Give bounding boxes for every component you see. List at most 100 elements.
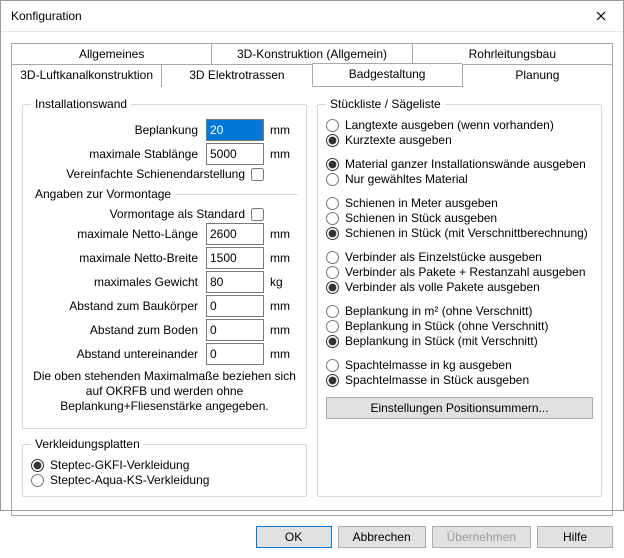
radio-g6-1[interactable]: Spachtelmasse in Stück ausgeben: [326, 373, 593, 387]
dialog-body: Allgemeines 3D-Konstruktion (Allgemein) …: [1, 32, 623, 516]
abst-boden-label: Abstand zum Boden: [31, 323, 206, 337]
radio-verk-2[interactable]: Steptec-Aqua-KS-Verkleidung: [31, 473, 298, 487]
tab-badgestaltung[interactable]: Badgestaltung: [312, 63, 462, 86]
unit-mm: mm: [264, 123, 298, 137]
group-stueckliste-title: Stückliste / Sägeliste: [326, 97, 445, 111]
radio-g6-1-input[interactable]: [326, 374, 339, 387]
radio-g4-1-label: Verbinder als Pakete + Restanzahl ausgeb…: [345, 265, 586, 279]
radio-g2-0-input[interactable]: [326, 158, 339, 171]
radio-g4-2-label: Verbinder als volle Pakete ausgeben: [345, 280, 540, 294]
field-netto-breite: maximale Netto-Breite mm: [31, 247, 298, 269]
radio-g5-2[interactable]: Beplankung in Stück (mit Verschnitt): [326, 334, 593, 348]
radio-verk-1[interactable]: Steptec-GKFI-Verkleidung: [31, 458, 298, 472]
close-button[interactable]: [579, 1, 623, 31]
radio-g6-0-label: Spachtelmasse in kg ausgeben: [345, 358, 512, 372]
unit-mm: mm: [264, 251, 298, 265]
ok-button[interactable]: OK: [256, 526, 332, 548]
radio-g3-2-label: Schienen in Stück (mit Verschnittberechn…: [345, 226, 588, 240]
radio-group-g6: Spachtelmasse in kg ausgebenSpachtelmass…: [326, 358, 593, 387]
abst-boden-input[interactable]: [206, 319, 264, 341]
radio-g5-0-label: Beplankung in m² (ohne Verschnitt): [345, 304, 532, 318]
field-schienendarstellung: Vereinfachte Schienendarstellung: [31, 167, 298, 181]
cancel-button[interactable]: Abbrechen: [338, 526, 426, 548]
group-verkleidungsplatten: Verkleidungsplatten Steptec-GKFI-Verklei…: [22, 437, 307, 497]
tabs-row-2: 3D-Luftkanalkonstruktion 3D Elektrotrass…: [11, 63, 613, 86]
radio-g3-0-input[interactable]: [326, 197, 339, 210]
radio-g5-2-input[interactable]: [326, 335, 339, 348]
stablaenge-input[interactable]: [206, 143, 264, 165]
schienen-label: Vereinfachte Schienendarstellung: [66, 167, 251, 181]
radio-g3-1-input[interactable]: [326, 212, 339, 225]
radio-g2-1[interactable]: Nur gewähltes Material: [326, 172, 593, 186]
radio-g4-1-input[interactable]: [326, 266, 339, 279]
radio-g1-0-label: Langtexte ausgeben (wenn vorhanden): [345, 118, 554, 132]
radio-verk-2-input[interactable]: [31, 474, 44, 487]
radio-verk-1-input[interactable]: [31, 459, 44, 472]
field-stablaenge: maximale Stablänge mm: [31, 143, 298, 165]
tab-3d-elektro[interactable]: 3D Elektrotrassen: [161, 64, 311, 87]
gewicht-input[interactable]: [206, 271, 264, 293]
radio-g5-0[interactable]: Beplankung in m² (ohne Verschnitt): [326, 304, 593, 318]
abst-unt-label: Abstand untereinander: [31, 347, 206, 361]
radio-g5-2-label: Beplankung in Stück (mit Verschnitt): [345, 334, 538, 348]
radio-g6-1-label: Spachtelmasse in Stück ausgeben: [345, 373, 529, 387]
field-beplankung: Beplankung mm: [31, 119, 298, 141]
vormontage-checkbox[interactable]: [251, 208, 264, 221]
radio-g3-0[interactable]: Schienen in Meter ausgeben: [326, 196, 593, 210]
radio-g5-1-input[interactable]: [326, 320, 339, 333]
radio-g1-0[interactable]: Langtexte ausgeben (wenn vorhanden): [326, 118, 593, 132]
unit-mm: mm: [264, 227, 298, 241]
unit-mm: mm: [264, 299, 298, 313]
netto-b-input[interactable]: [206, 247, 264, 269]
btn-positionsnummern[interactable]: Einstellungen Positionsummern...: [326, 397, 593, 419]
apply-button[interactable]: Übernehmen: [432, 526, 531, 548]
abst-bau-input[interactable]: [206, 295, 264, 317]
radio-g4-2[interactable]: Verbinder als volle Pakete ausgeben: [326, 280, 593, 294]
field-abst-bau: Abstand zum Baukörper mm: [31, 295, 298, 317]
radio-group-g1: Langtexte ausgeben (wenn vorhanden)Kurzt…: [326, 118, 593, 147]
gewicht-label: maximales Gewicht: [31, 275, 206, 289]
unit-mm: mm: [264, 347, 298, 361]
radio-g2-1-input[interactable]: [326, 173, 339, 186]
radio-verk-2-label: Steptec-Aqua-KS-Verkleidung: [50, 473, 209, 487]
radio-g5-0-input[interactable]: [326, 305, 339, 318]
abst-bau-label: Abstand zum Baukörper: [31, 299, 206, 313]
beplankung-input[interactable]: [206, 119, 264, 141]
tabs-row-1: Allgemeines 3D-Konstruktion (Allgemein) …: [11, 42, 613, 63]
schienen-checkbox[interactable]: [251, 168, 264, 181]
radio-g1-0-input[interactable]: [326, 119, 339, 132]
radio-group-g5: Beplankung in m² (ohne Verschnitt)Beplan…: [326, 304, 593, 348]
beplankung-label: Beplankung: [31, 123, 206, 137]
radio-g2-0[interactable]: Material ganzer Installationswände ausge…: [326, 157, 593, 171]
unit-mm: mm: [264, 147, 298, 161]
abst-unt-input[interactable]: [206, 343, 264, 365]
radio-g1-1-label: Kurztexte ausgeben: [345, 133, 452, 147]
radio-g3-2-input[interactable]: [326, 227, 339, 240]
group-installationswand: Installationswand Beplankung mm maximale…: [22, 97, 307, 429]
radio-g1-1-input[interactable]: [326, 134, 339, 147]
window-title: Konfiguration: [11, 9, 579, 23]
radio-g1-1[interactable]: Kurztexte ausgeben: [326, 133, 593, 147]
tab-3d-luftkanal[interactable]: 3D-Luftkanalkonstruktion: [11, 64, 161, 87]
radio-g3-0-label: Schienen in Meter ausgeben: [345, 196, 498, 210]
titlebar: Konfiguration: [1, 1, 623, 32]
radio-g4-0[interactable]: Verbinder als Einzelstücke ausgeben: [326, 250, 593, 264]
netto-b-label: maximale Netto-Breite: [31, 251, 206, 265]
tab-3d-konstruktion[interactable]: 3D-Konstruktion (Allgemein): [211, 43, 411, 64]
radio-g3-1[interactable]: Schienen in Stück ausgeben: [326, 211, 593, 225]
tab-allgemeines[interactable]: Allgemeines: [11, 43, 211, 64]
radio-g6-0-input[interactable]: [326, 359, 339, 372]
netto-l-label: maximale Netto-Länge: [31, 227, 206, 241]
radio-g6-0[interactable]: Spachtelmasse in kg ausgeben: [326, 358, 593, 372]
help-button[interactable]: Hilfe: [537, 526, 613, 548]
tab-planung[interactable]: Planung: [462, 64, 613, 87]
tab-rohrleitungsbau[interactable]: Rohrleitungsbau: [412, 43, 613, 64]
radio-g5-1[interactable]: Beplankung in Stück (ohne Verschnitt): [326, 319, 593, 333]
radio-g4-0-input[interactable]: [326, 251, 339, 264]
netto-l-input[interactable]: [206, 223, 264, 245]
field-abst-unt: Abstand untereinander mm: [31, 343, 298, 365]
radio-g3-2[interactable]: Schienen in Stück (mit Verschnittberechn…: [326, 226, 593, 240]
stablaenge-label: maximale Stablänge: [31, 147, 206, 161]
radio-g4-1[interactable]: Verbinder als Pakete + Restanzahl ausgeb…: [326, 265, 593, 279]
radio-g4-2-input[interactable]: [326, 281, 339, 294]
